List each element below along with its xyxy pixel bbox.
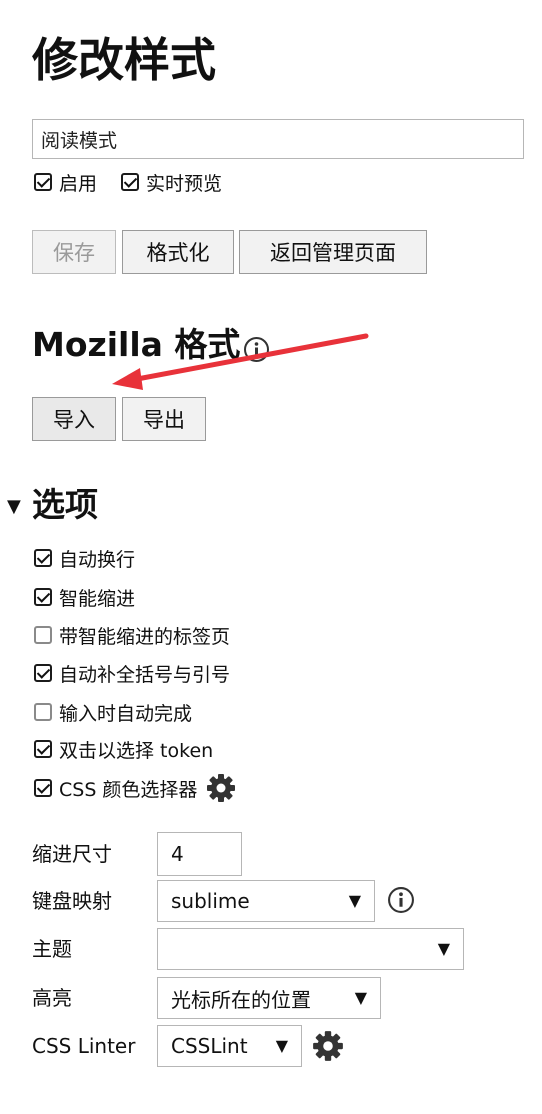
theme-select[interactable]: ▼ <box>157 928 464 970</box>
highlight-label: 高亮 <box>32 986 72 1010</box>
autocomplete-on-typing-checkbox[interactable] <box>34 703 52 721</box>
linter-gear-icon[interactable] <box>311 1029 345 1063</box>
gear-icon[interactable] <box>205 772 237 804</box>
option-row[interactable]: 双击以选择 token <box>34 734 213 764</box>
live-preview-checkbox[interactable] <box>121 173 140 191</box>
mozilla-format-title: Mozilla 格式 <box>32 325 241 364</box>
option-row[interactable]: 自动补全括号与引号 <box>34 658 230 688</box>
option-label: 智能缩进 <box>59 587 136 610</box>
option-label: 带智能缩进的标签页 <box>59 625 231 648</box>
import-button[interactable]: 导入 <box>32 397 116 441</box>
option-row[interactable]: 输入时自动完成 <box>34 697 192 727</box>
option-row[interactable]: CSS 颜色选择器 <box>34 773 237 803</box>
live-preview-label: 实时预览 <box>146 172 223 195</box>
enabled-label: 启用 <box>59 172 98 195</box>
option-label: 输入时自动完成 <box>59 702 193 725</box>
option-label: CSS 颜色选择器 <box>59 778 198 801</box>
dropdown-arrow-icon: ▼ <box>354 988 367 1007</box>
theme-label: 主题 <box>32 937 72 961</box>
option-label: 双击以选择 token <box>59 739 214 762</box>
enabled-checkbox[interactable] <box>34 173 52 191</box>
indent-with-tabs-checkbox[interactable] <box>34 626 52 644</box>
info-icon[interactable] <box>243 336 270 363</box>
style-name-input[interactable] <box>32 119 524 159</box>
keymap-value: sublime <box>171 889 250 913</box>
dropdown-arrow-icon: ▼ <box>437 939 450 958</box>
auto-close-brackets-checkbox[interactable] <box>34 664 52 682</box>
option-row[interactable]: 智能缩进 <box>34 582 135 612</box>
keymap-select[interactable]: sublime ▼ <box>157 880 375 922</box>
page-title: 修改样式 <box>32 33 216 87</box>
collapse-triangle-icon[interactable]: ▼ <box>7 498 21 516</box>
color-picker-checkbox[interactable] <box>34 779 52 797</box>
indent-size-input[interactable]: 4 <box>157 832 242 876</box>
option-row[interactable]: 带智能缩进的标签页 <box>34 620 230 650</box>
save-button[interactable]: 保存 <box>32 230 116 274</box>
export-button[interactable]: 导出 <box>122 397 206 441</box>
options-title[interactable]: 选项 <box>32 482 98 528</box>
smart-indent-checkbox[interactable] <box>34 588 52 606</box>
css-linter-select[interactable]: CSSLint ▼ <box>157 1025 302 1067</box>
option-label: 自动补全括号与引号 <box>59 663 231 686</box>
double-click-select-token-checkbox[interactable] <box>34 740 52 758</box>
back-to-manage-button[interactable]: 返回管理页面 <box>239 230 427 274</box>
word-wrap-checkbox[interactable] <box>34 549 52 567</box>
keymap-label: 键盘映射 <box>32 889 112 913</box>
toggle-row: 启用 实时预览 <box>34 167 222 197</box>
style-editor-page: 修改样式 启用 实时预览 保存 格式化 返回管理页面 Mozilla 格式 导入… <box>0 0 542 1114</box>
indent-size-label: 缩进尺寸 <box>32 842 112 866</box>
option-row[interactable]: 自动换行 <box>34 543 135 573</box>
css-linter-label: CSS Linter <box>32 1034 136 1058</box>
beautify-button[interactable]: 格式化 <box>122 230 234 274</box>
css-linter-value: CSSLint <box>171 1034 248 1058</box>
dropdown-arrow-icon: ▼ <box>275 1036 288 1055</box>
highlight-select[interactable]: 光标所在的位置 ▼ <box>157 977 381 1019</box>
option-label: 自动换行 <box>59 548 136 571</box>
dropdown-arrow-icon: ▼ <box>348 891 361 910</box>
highlight-value: 光标所在的位置 <box>171 987 311 1012</box>
keymap-info-icon[interactable] <box>387 886 415 914</box>
